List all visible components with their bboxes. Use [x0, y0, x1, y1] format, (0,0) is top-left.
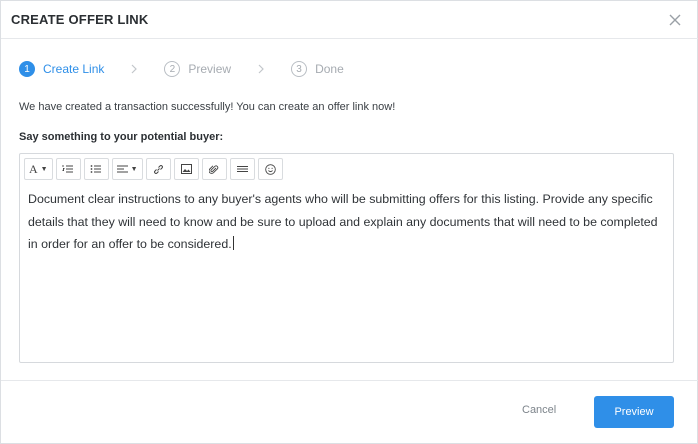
image-button[interactable] — [173, 158, 199, 180]
unordered-list-button[interactable] — [83, 158, 109, 180]
step-label: Preview — [188, 62, 232, 76]
attachment-button[interactable] — [201, 158, 227, 180]
step-create-link: 1 Create Link — [19, 61, 104, 77]
paperclip-icon — [209, 164, 219, 174]
step-label: Create Link — [43, 62, 105, 76]
create-offer-link-modal: CREATE OFFER LINK 1 Create Link 2 Previe… — [0, 0, 698, 444]
font-style-button[interactable]: A ▼ — [24, 158, 53, 180]
chevron-right-icon — [128, 63, 140, 75]
unordered-list-icon — [90, 165, 102, 173]
step-done: 3 Done — [291, 61, 344, 77]
link-button[interactable] — [145, 158, 171, 180]
ordered-list-icon — [62, 165, 74, 173]
emoji-button[interactable] — [257, 158, 283, 180]
editor-content[interactable]: Document clear instructions to any buyer… — [28, 188, 664, 256]
link-icon — [153, 164, 163, 174]
editor-text: Document clear instructions to any buyer… — [28, 192, 658, 251]
buyer-message-label: Say something to your potential buyer: — [19, 131, 224, 143]
emoji-icon — [264, 163, 276, 175]
preview-button[interactable]: Preview — [594, 396, 674, 428]
horizontal-rule-button[interactable] — [229, 158, 255, 180]
modal-header: CREATE OFFER LINK — [1, 1, 698, 39]
modal-footer: Cancel Preview — [1, 380, 698, 444]
close-icon[interactable] — [665, 10, 685, 30]
step-number: 1 — [19, 61, 35, 77]
rich-text-editor[interactable]: A ▼ ▼ Document clear instructions to any… — [19, 153, 674, 363]
chevron-right-icon — [255, 63, 267, 75]
stepper: 1 Create Link 2 Preview 3 Done — [19, 59, 344, 79]
step-label: Done — [315, 62, 344, 76]
success-message: We have created a transaction successful… — [19, 101, 396, 113]
modal-title: CREATE OFFER LINK — [11, 12, 149, 27]
editor-toolbar: A ▼ ▼ — [24, 158, 283, 180]
image-icon — [180, 164, 192, 174]
horizontal-rule-icon — [236, 166, 248, 172]
align-button[interactable]: ▼ — [111, 158, 143, 180]
align-icon — [116, 165, 128, 172]
cancel-button[interactable]: Cancel — [522, 404, 556, 416]
step-preview: 2 Preview — [164, 61, 231, 77]
ordered-list-button[interactable] — [55, 158, 81, 180]
caret-down-icon: ▼ — [130, 165, 138, 173]
step-number: 2 — [164, 61, 181, 77]
text-cursor — [232, 236, 234, 250]
font-icon: A — [29, 161, 38, 176]
step-number: 3 — [291, 61, 308, 77]
caret-down-icon: ▼ — [40, 165, 48, 173]
